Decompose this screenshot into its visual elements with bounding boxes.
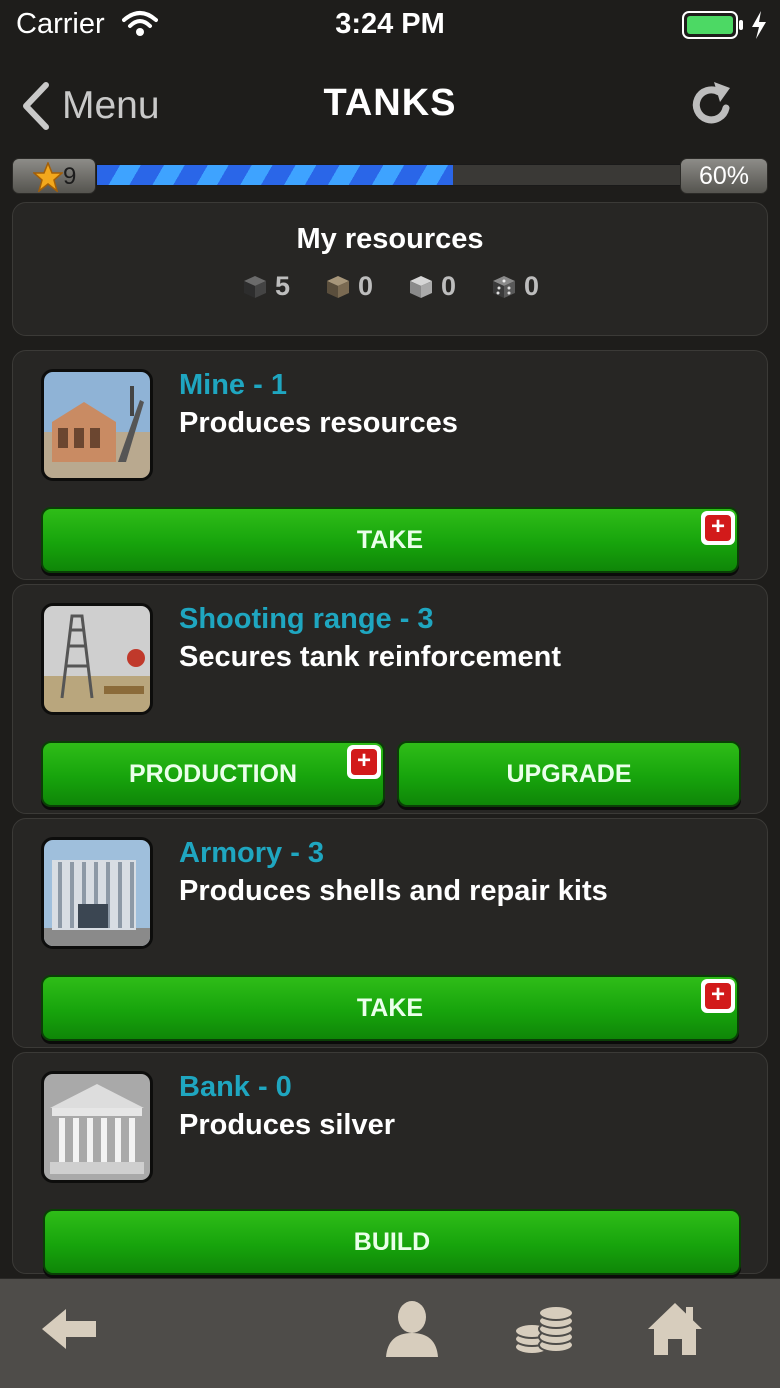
plus-badge-icon: + xyxy=(701,979,735,1013)
building-description: Produces shells and repair kits xyxy=(179,875,608,907)
status-bar: Carrier 3:24 PM xyxy=(0,0,780,54)
tab-bar xyxy=(0,1278,780,1388)
bank-thumbnail xyxy=(41,1071,153,1183)
progress-track xyxy=(96,164,692,186)
building-description: Produces resources xyxy=(179,407,458,439)
resources-title: My resources xyxy=(296,223,484,255)
plus-badge-icon: + xyxy=(347,745,381,779)
armory-thumbnail xyxy=(41,837,153,949)
take-button[interactable]: TAKE + xyxy=(41,507,739,573)
charging-icon xyxy=(750,10,768,45)
home-icon xyxy=(648,1303,702,1355)
coins-icon xyxy=(514,1305,574,1355)
resources-panel: My resources 5 0 0 0 xyxy=(12,202,768,336)
coins-tab[interactable] xyxy=(512,1301,576,1364)
level-progress: 9 60% xyxy=(12,156,768,196)
brown-cube-icon xyxy=(326,275,349,298)
profile-icon xyxy=(386,1301,438,1357)
button-label: BUILD xyxy=(353,1228,431,1256)
grey-cube-icon xyxy=(410,275,432,298)
back-tab[interactable] xyxy=(38,1301,100,1362)
level-value: 9 xyxy=(63,163,77,190)
building-card-armory: Armory - 3 Produces shells and repair ki… xyxy=(12,818,768,1048)
refresh-icon xyxy=(692,82,730,124)
resource-item: 0 xyxy=(407,271,456,302)
progress-fill xyxy=(97,165,454,185)
mine-thumbnail xyxy=(41,369,153,481)
profile-tab[interactable] xyxy=(384,1299,440,1364)
building-card-bank: Bank - 0 Produces silver BUILD xyxy=(12,1052,768,1275)
building-card-mine: Mine - 1 Produces resources TAKE + xyxy=(12,350,768,580)
building-description: Secures tank reinforcement xyxy=(179,641,561,673)
building-name: Bank - 0 xyxy=(179,1071,292,1103)
building-description: Produces silver xyxy=(179,1109,395,1141)
building-name: Mine - 1 xyxy=(179,369,287,401)
home-tab[interactable] xyxy=(646,1301,704,1362)
plus-badge-icon: + xyxy=(701,511,735,545)
progress-percent: 60% xyxy=(680,158,768,194)
building-name: Shooting range - 3 xyxy=(179,603,434,635)
take-button[interactable]: TAKE + xyxy=(41,975,739,1041)
button-label: TAKE xyxy=(356,526,424,554)
button-label: TAKE xyxy=(356,994,424,1022)
dotted-cube-icon xyxy=(493,275,516,298)
resource-value: 5 xyxy=(274,271,290,301)
resource-item: 0 xyxy=(324,271,373,302)
shooting-range-thumbnail xyxy=(41,603,153,715)
clock: 3:24 PM xyxy=(335,8,445,40)
star-icon xyxy=(33,162,63,192)
building-card-shooting-range: Shooting range - 3 Secures tank reinforc… xyxy=(12,584,768,814)
resource-value: 0 xyxy=(357,271,373,301)
build-button[interactable]: BUILD xyxy=(43,1209,741,1275)
dark-cube-icon xyxy=(243,275,266,298)
refresh-button[interactable] xyxy=(686,78,738,135)
resource-value: 0 xyxy=(524,271,540,301)
resource-item: 5 xyxy=(241,271,290,302)
battery-icon xyxy=(682,10,744,40)
back-arrow-icon xyxy=(42,1309,96,1349)
nav-bar: Menu TANKS xyxy=(0,60,780,152)
production-button[interactable]: PRODUCTION + xyxy=(41,741,385,807)
resource-item: 0 xyxy=(490,271,539,302)
button-label: UPGRADE xyxy=(506,760,632,788)
upgrade-button[interactable]: UPGRADE xyxy=(397,741,741,807)
building-name: Armory - 3 xyxy=(179,837,325,869)
level-badge: 9 xyxy=(12,158,96,194)
resource-value: 0 xyxy=(441,271,457,301)
page-title: TANKS xyxy=(323,82,457,124)
button-label: PRODUCTION xyxy=(128,760,298,788)
